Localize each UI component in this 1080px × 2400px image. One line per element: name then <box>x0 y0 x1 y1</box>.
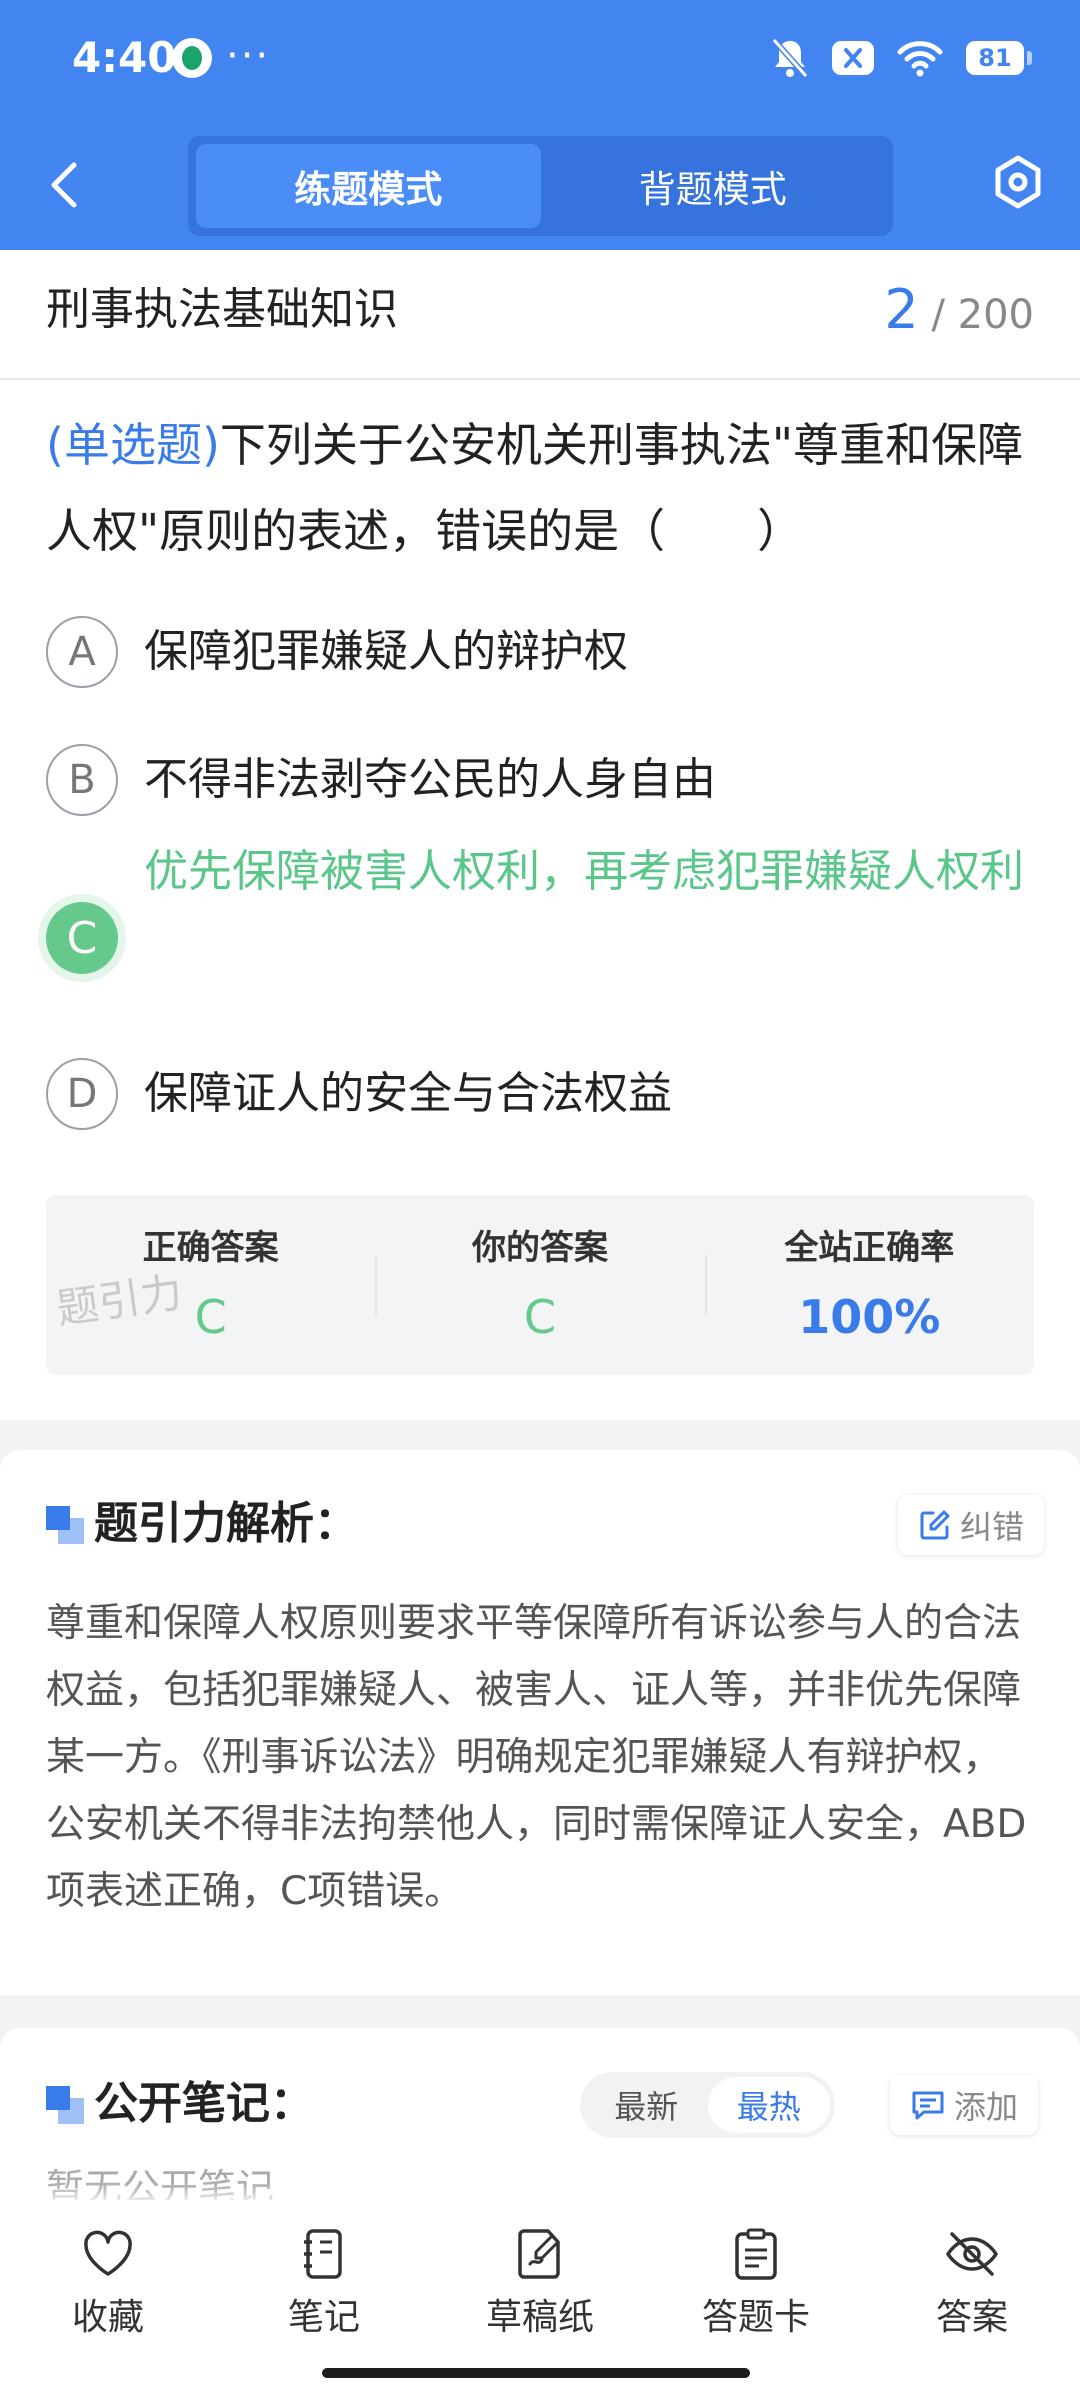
subject-title: 刑事执法基础知识 <box>46 284 398 335</box>
wifi-icon <box>897 41 943 77</box>
show-answer-button[interactable]: 答案 <box>882 2200 1062 2400</box>
status-icons: 81 <box>770 34 1032 82</box>
close-badge-icon <box>832 41 874 75</box>
divider <box>0 378 1080 380</box>
show-answer-label: 答案 <box>935 2297 1008 2338</box>
favorite-button[interactable]: 收藏 <box>18 2200 198 2400</box>
report-error-button[interactable]: 纠错 <box>898 1495 1045 1555</box>
question-page: 4:40 ··· 81 练题模式 背题模式 刑事执法基础知识 2 / 200 (… <box>0 0 1080 2400</box>
sort-hottest[interactable]: 最热 <box>707 2077 830 2133</box>
bell-off-icon <box>771 38 809 78</box>
correct-answer-column: 正确答案 C 题引力 <box>46 1195 375 1375</box>
more-notifications-icon: ··· <box>226 33 271 79</box>
answer-card-icon <box>735 2228 777 2280</box>
heart-icon <box>84 2230 132 2276</box>
report-error-label: 纠错 <box>960 1508 1025 1546</box>
notification-app-icon <box>172 38 212 78</box>
add-note-label: 添加 <box>954 2088 1019 2126</box>
option-letter: B <box>46 744 118 816</box>
option-text: 优先保障被害人权利，再考虑犯罪嫌疑人权利 <box>144 846 1024 897</box>
question-card: 刑事执法基础知识 2 / 200 (单选题)下列关于公安机关刑事执法"尊重和保障… <box>0 250 1080 1420</box>
answer-result-panel: 正确答案 C 题引力 你的答案 C 全站正确率 100% <box>46 1195 1034 1375</box>
status-time: 4:40 <box>72 33 177 82</box>
app-header: 4:40 ··· 81 练题模式 背题模式 <box>0 0 1080 250</box>
your-answer-column: 你的答案 C <box>375 1195 704 1375</box>
accuracy-value: 100% <box>798 1290 941 1344</box>
accuracy-column: 全站正确率 100% <box>704 1195 1034 1375</box>
mode-switch: 练题模式 背题模式 <box>188 136 893 236</box>
total-questions: / 200 <box>931 292 1034 338</box>
option-letter: A <box>46 616 118 688</box>
comment-icon <box>912 2091 944 2120</box>
notes-label: 笔记 <box>287 2297 360 2338</box>
option-text: 保障犯罪嫌疑人的辩护权 <box>144 626 628 677</box>
back-arrow-icon[interactable] <box>40 155 90 215</box>
your-answer-value: C <box>523 1290 557 1344</box>
your-answer-label: 你的答案 <box>471 1228 608 1268</box>
accuracy-label: 全站正确率 <box>784 1228 955 1268</box>
option-text: 保障证人的安全与合法权益 <box>144 1068 672 1119</box>
status-bar: 4:40 ··· 81 <box>0 0 1080 120</box>
notes-sort-toggle: 最新 最热 <box>580 2072 835 2138</box>
section-squares-icon <box>46 1506 84 1544</box>
option-c[interactable]: C 优先保障被害人权利，再考虑犯罪嫌疑人权利 <box>46 846 1046 974</box>
analysis-text: 尊重和保障人权原则要求平等保障所有诉讼参与人的合法权益，包括犯罪嫌疑人、被害人、… <box>46 1601 1027 1914</box>
question-type-label: (单选题) <box>46 418 220 472</box>
question-counter[interactable]: 2 / 200 <box>884 278 1034 347</box>
notes-title: 公开笔记： <box>94 2078 314 2129</box>
current-question-number: 2 <box>884 278 919 341</box>
add-note-button[interactable]: 添加 <box>890 2075 1039 2135</box>
favorite-label: 收藏 <box>71 2297 144 2338</box>
question-text: (单选题)下列关于公安机关刑事执法"尊重和保障人权"原则的表述，错误的是（ ） <box>46 402 1046 574</box>
answer-card-label: 答题卡 <box>701 2297 810 2338</box>
option-b[interactable]: B 不得非法剥夺公民的人身自由 <box>46 744 1046 816</box>
tab-practice-mode[interactable]: 练题模式 <box>196 144 541 228</box>
settings-hexagon-icon[interactable] <box>990 152 1046 212</box>
home-indicator[interactable] <box>322 2368 750 2378</box>
draft-paper-icon <box>518 2229 560 2279</box>
correct-answer-label: 正确答案 <box>142 1228 279 1268</box>
option-d[interactable]: D 保障证人的安全与合法权益 <box>46 1058 1046 1130</box>
option-letter: D <box>46 1058 118 1130</box>
edit-icon <box>920 1510 950 1540</box>
analysis-card: 题引力解析： 纠错 尊重和保障人权原则要求平等保障所有诉讼参与人的合法权益，包括… <box>0 1450 1080 1995</box>
notebook-icon <box>304 2229 342 2279</box>
eye-off-icon <box>945 2232 999 2276</box>
section-squares-icon <box>46 2086 84 2124</box>
option-text: 不得非法剥夺公民的人身自由 <box>144 754 716 805</box>
option-letter-correct: C <box>46 902 118 974</box>
draft-paper-label: 草稿纸 <box>485 2297 594 2338</box>
option-a[interactable]: A 保障犯罪嫌疑人的辩护权 <box>46 616 1046 688</box>
tab-memorize-mode[interactable]: 背题模式 <box>541 144 886 228</box>
battery-icon: 81 <box>966 41 1032 75</box>
analysis-title: 题引力解析： <box>94 1498 358 1549</box>
sort-newest[interactable]: 最新 <box>585 2077 708 2133</box>
